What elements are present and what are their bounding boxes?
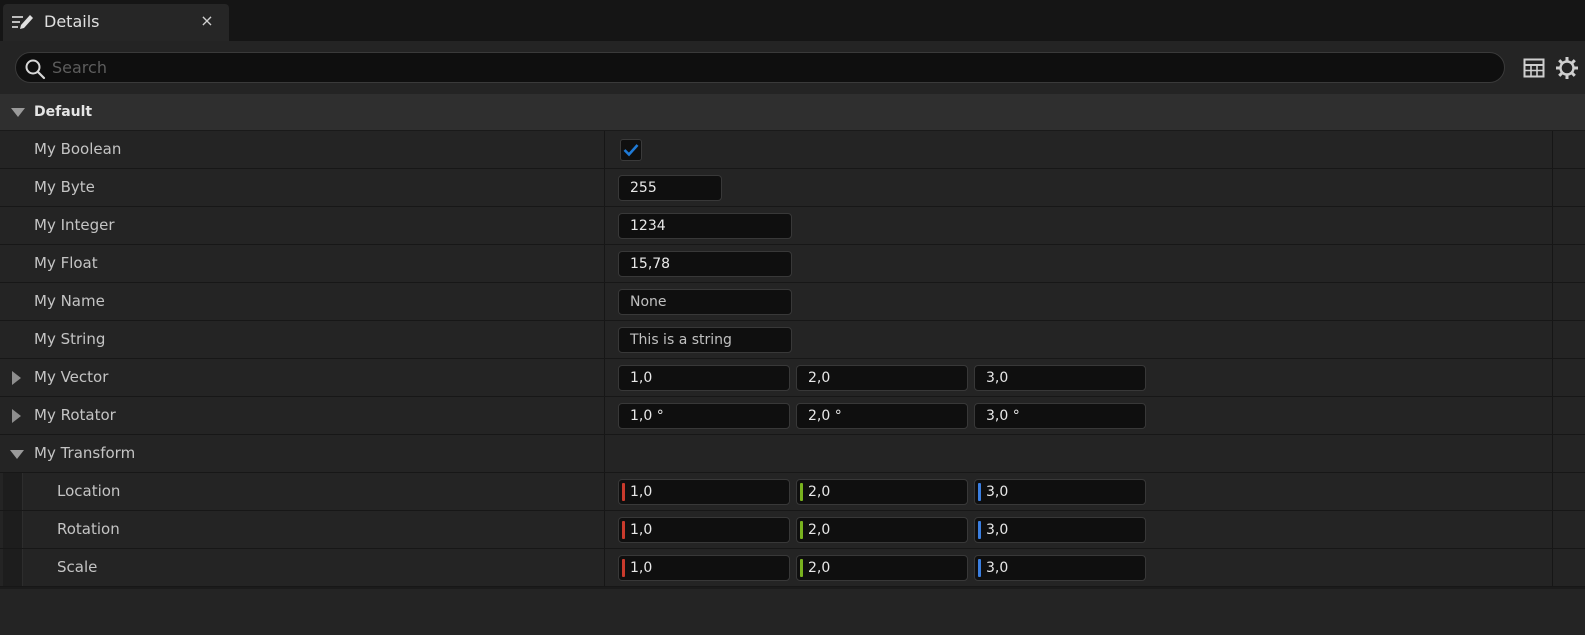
y-axis-marker xyxy=(800,521,803,539)
location-z-value: 3,0 xyxy=(986,484,1009,500)
pencil-icon xyxy=(11,12,35,32)
search-icon xyxy=(25,59,46,80)
indent-guide xyxy=(3,549,23,586)
details-toolbar xyxy=(0,41,1585,94)
tab-details[interactable]: Details × xyxy=(3,4,229,41)
expand-arrow-icon[interactable] xyxy=(12,409,21,423)
category-default[interactable]: Default xyxy=(0,94,1585,131)
property-label: Location xyxy=(57,482,121,500)
my-float-input[interactable]: 15,78 xyxy=(618,251,792,277)
tab-strip: Details × xyxy=(0,0,1585,41)
scale-y-value: 2,0 xyxy=(808,560,831,576)
my-boolean-checkbox[interactable] xyxy=(620,139,642,161)
my-rotator-y-input[interactable]: 2,0 ° xyxy=(796,403,968,429)
my-vector-y-input[interactable]: 2,0 xyxy=(796,365,968,391)
property-row-my-integer: My Integer 1234 xyxy=(0,207,1585,245)
property-label: My Float xyxy=(34,254,98,272)
scale-z-value: 3,0 xyxy=(986,560,1009,576)
rotation-y-value: 2,0 xyxy=(808,522,831,538)
property-label: My Byte xyxy=(34,178,95,196)
my-rotator-x-input[interactable]: 1,0 ° xyxy=(618,403,790,429)
rotation-y-input[interactable]: 2,0 xyxy=(796,517,968,543)
property-label: My Boolean xyxy=(34,140,122,158)
property-row-my-float: My Float 15,78 xyxy=(0,245,1585,283)
my-string-input[interactable]: This is a string xyxy=(618,327,792,353)
x-axis-marker xyxy=(622,559,625,577)
property-row-my-string: My String This is a string xyxy=(0,321,1585,359)
location-y-value: 2,0 xyxy=(808,484,831,500)
category-label: Default xyxy=(34,104,93,120)
property-label: My Name xyxy=(34,292,105,310)
rotation-z-input[interactable]: 3,0 xyxy=(974,517,1146,543)
rotation-x-input[interactable]: 1,0 xyxy=(618,517,790,543)
empty-panel-area xyxy=(0,589,1585,635)
scale-z-input[interactable]: 3,0 xyxy=(974,555,1146,581)
checkmark-icon xyxy=(623,144,639,157)
y-axis-marker xyxy=(800,559,803,577)
scale-x-value: 1,0 xyxy=(630,560,653,576)
scale-y-input[interactable]: 2,0 xyxy=(796,555,968,581)
close-icon[interactable]: × xyxy=(198,11,216,31)
property-row-my-boolean: My Boolean xyxy=(0,131,1585,169)
expand-arrow-icon[interactable] xyxy=(12,371,21,385)
property-list: My Boolean My Byte 255 My Integer 1234 M… xyxy=(0,131,1585,587)
x-axis-marker xyxy=(622,483,625,501)
z-axis-marker xyxy=(978,559,981,577)
collapse-arrow-icon[interactable] xyxy=(11,108,25,117)
z-axis-marker xyxy=(978,521,981,539)
property-label: My String xyxy=(34,330,106,348)
my-integer-input[interactable]: 1234 xyxy=(618,213,792,239)
my-byte-input[interactable]: 255 xyxy=(618,175,722,201)
z-axis-marker xyxy=(978,483,981,501)
rotation-z-value: 3,0 xyxy=(986,522,1009,538)
property-label: My Rotator xyxy=(34,406,116,424)
indent-guide xyxy=(3,473,23,510)
collapse-arrow-icon[interactable] xyxy=(10,450,24,459)
property-row-my-byte: My Byte 255 xyxy=(0,169,1585,207)
property-row-scale: Scale 1,0 2,0 3,0 xyxy=(0,549,1585,587)
property-row-location: Location 1,0 2,0 3,0 xyxy=(0,473,1585,511)
tab-title: Details xyxy=(44,12,100,31)
location-x-value: 1,0 xyxy=(630,484,653,500)
property-row-my-vector: My Vector 1,0 2,0 3,0 xyxy=(0,359,1585,397)
property-label: My Transform xyxy=(34,444,136,462)
search-input[interactable] xyxy=(52,55,1492,80)
location-x-input[interactable]: 1,0 xyxy=(618,479,790,505)
property-row-my-transform: My Transform xyxy=(0,435,1585,473)
property-row-my-name: My Name None xyxy=(0,283,1585,321)
gear-icon[interactable] xyxy=(1554,55,1580,81)
search-box[interactable] xyxy=(15,52,1505,83)
property-label: My Vector xyxy=(34,368,109,386)
y-axis-marker xyxy=(800,483,803,501)
property-row-my-rotator: My Rotator 1,0 ° 2,0 ° 3,0 ° xyxy=(0,397,1585,435)
my-vector-x-input[interactable]: 1,0 xyxy=(618,365,790,391)
property-label: My Integer xyxy=(34,216,115,234)
property-label: Rotation xyxy=(57,520,120,538)
property-matrix-icon[interactable] xyxy=(1521,55,1547,81)
indent-guide xyxy=(3,511,23,548)
property-row-rotation: Rotation 1,0 2,0 3,0 xyxy=(0,511,1585,549)
x-axis-marker xyxy=(622,521,625,539)
property-label: Scale xyxy=(57,558,98,576)
location-z-input[interactable]: 3,0 xyxy=(974,479,1146,505)
my-vector-z-input[interactable]: 3,0 xyxy=(974,365,1146,391)
rotation-x-value: 1,0 xyxy=(630,522,653,538)
scale-x-input[interactable]: 1,0 xyxy=(618,555,790,581)
my-rotator-z-input[interactable]: 3,0 ° xyxy=(974,403,1146,429)
location-y-input[interactable]: 2,0 xyxy=(796,479,968,505)
my-name-input[interactable]: None xyxy=(618,289,792,315)
